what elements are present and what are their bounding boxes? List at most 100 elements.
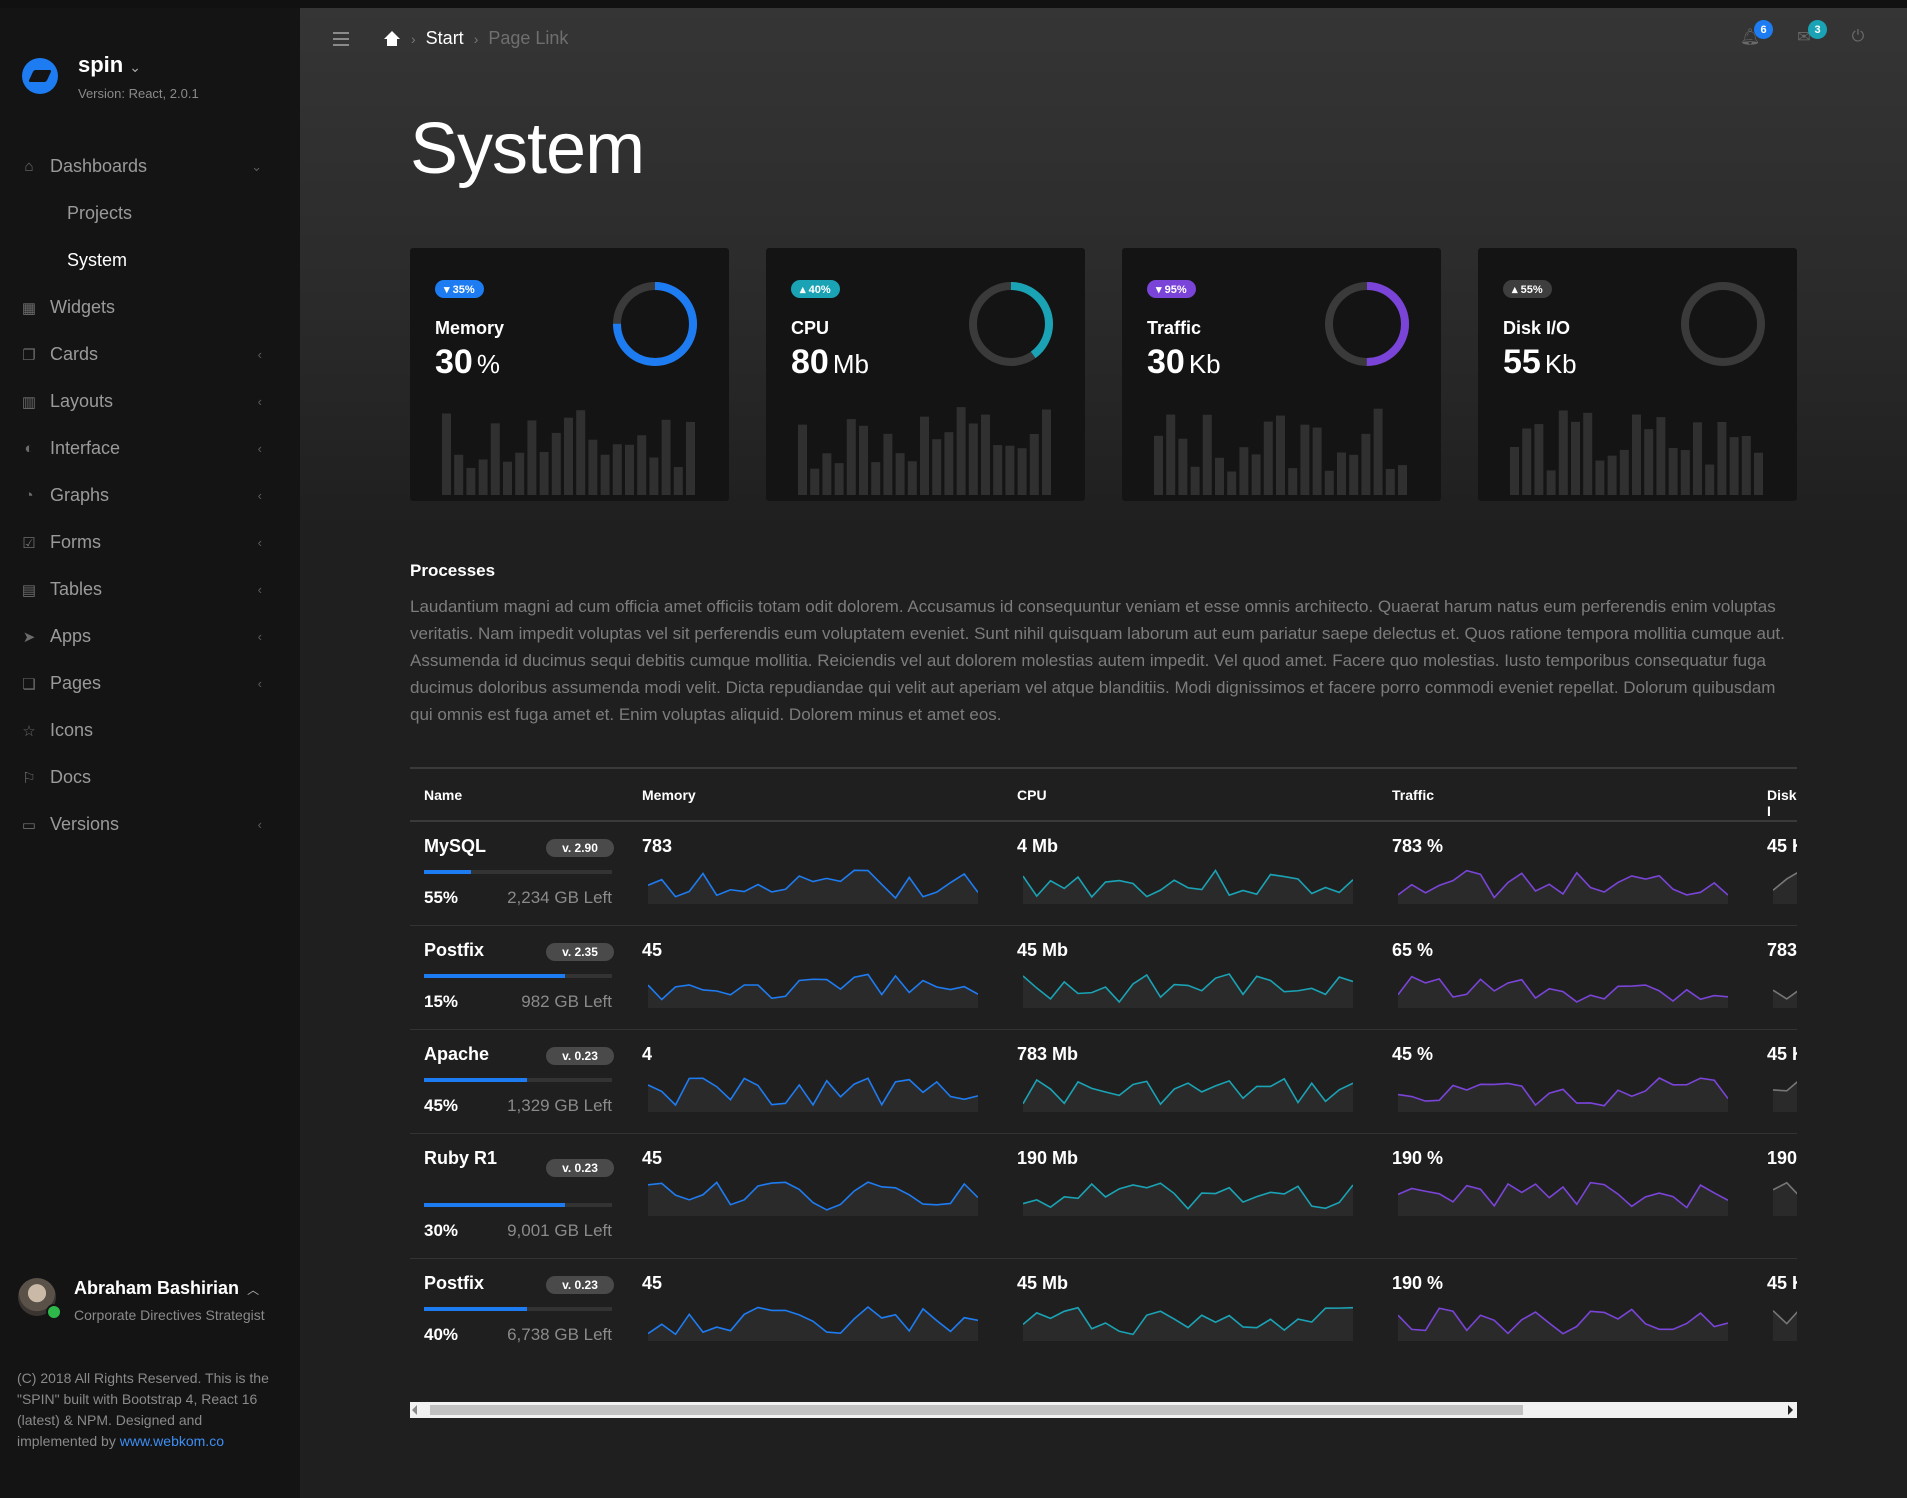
sparkline-area xyxy=(1773,1082,1797,1112)
version-badge: v. 0.23 xyxy=(546,1276,614,1294)
sparkline-area xyxy=(1398,870,1728,904)
chevron-down-icon[interactable]: ⌄ xyxy=(129,59,141,75)
sidebar-item-layouts[interactable]: ▥ Layouts ‹ xyxy=(0,378,300,425)
table-row[interactable]: MySQL v. 2.90 55% 2,234 GB Left 783 4 Mb 783 %… xyxy=(410,822,1797,926)
stat-value-row: 30 Kb xyxy=(1147,343,1221,382)
memory-value: 45 xyxy=(642,1148,663,1168)
bar xyxy=(1154,435,1163,495)
sparkline-area xyxy=(648,1182,978,1216)
sidebar-item-versions[interactable]: ▭ Versions ‹ xyxy=(0,801,300,848)
sidebar-item-apps[interactable]: ➤ Apps ‹ xyxy=(0,613,300,660)
brand-name[interactable]: spin xyxy=(78,52,123,77)
sidebar-nav: ⌂ Dashboards ⌄ Projects System ▦ Widgets… xyxy=(0,143,300,848)
avatar[interactable] xyxy=(18,1278,62,1320)
table-row[interactable]: Apache v. 0.23 45% 1,329 GB Left 4 783 Mb 45 %… xyxy=(410,1030,1797,1134)
sidebar-item-dashboards[interactable]: ⌂ Dashboards ⌄ xyxy=(0,143,300,190)
horizontal-scrollbar[interactable] xyxy=(410,1402,1797,1418)
traffic-value: 65 % xyxy=(1392,940,1434,960)
bar xyxy=(1251,454,1261,495)
brand[interactable]: spin ⌄ Version: React, 2.0.1 xyxy=(22,52,199,101)
sidebar-item-icons[interactable]: ☆ Icons xyxy=(0,707,300,754)
sidebar-item-label: Versions xyxy=(50,814,120,834)
breadcrumb-page-link[interactable]: Page Link xyxy=(488,28,568,49)
sidebar-item-widgets[interactable]: ▦ Widgets xyxy=(0,284,300,331)
user-profile[interactable]: Abraham Bashirian ︿ Corporate Directives … xyxy=(18,1278,265,1323)
bar xyxy=(981,414,990,495)
bar xyxy=(1190,466,1200,495)
folder-icon: ▭ xyxy=(21,816,37,834)
home-icon[interactable] xyxy=(383,30,401,47)
scroll-right-arrow-icon[interactable] xyxy=(1788,1405,1793,1415)
hamburger-menu-icon[interactable] xyxy=(333,32,349,46)
sidebar-item-cards[interactable]: ❐ Cards ‹ xyxy=(0,331,300,378)
bar xyxy=(673,467,683,495)
sidebar-item-system[interactable]: System xyxy=(0,237,300,284)
memory-value: 4 xyxy=(642,1044,653,1064)
chevron-up-icon[interactable]: ︿ xyxy=(247,1283,259,1297)
sidebar-item-tables[interactable]: ▤ Tables ‹ xyxy=(0,566,300,613)
sparkline-area xyxy=(1023,974,1353,1008)
bar xyxy=(454,454,464,495)
bar xyxy=(956,407,966,495)
stat-value: 55 xyxy=(1503,343,1541,381)
scrollbar-thumb[interactable] xyxy=(430,1405,1523,1415)
breadcrumb-separator-icon: › xyxy=(473,30,479,47)
breadcrumb-start[interactable]: Start xyxy=(426,28,464,49)
column-header-traffic[interactable]: Traffic xyxy=(1392,787,1434,803)
sidebar-item-pages[interactable]: ❏ Pages ‹ xyxy=(0,660,300,707)
table-row[interactable]: Postfix v. 2.35 15% 982 GB Left 45 45 Mb 65 % 7… xyxy=(410,926,1797,1030)
table-row[interactable]: Ruby R1 v. 0.23 30% 9,001 GB Left 45 190 Mb 19… xyxy=(410,1134,1797,1259)
disk-sparkline xyxy=(1773,989,1797,1008)
stat-card-memory: ▾ 35% Memory 30% xyxy=(410,248,729,501)
bar xyxy=(686,421,695,495)
sidebar-item-graphs[interactable]: ◔ Graphs ‹ xyxy=(0,472,300,519)
table-row[interactable]: Postfix v. 0.23 40% 6,738 GB Left 45 45 Mb 190… xyxy=(410,1259,1797,1363)
scroll-left-arrow-icon[interactable] xyxy=(412,1405,417,1415)
envelope-icon[interactable]: ✉︎ 3 xyxy=(1793,20,1827,48)
traffic-sparkline xyxy=(1398,1077,1728,1112)
chevron-down-icon: ⌄ xyxy=(251,158,262,174)
bell-icon[interactable]: 🔔︎ 6 xyxy=(1739,20,1773,48)
traffic-sparkline xyxy=(1398,975,1728,1008)
pie-chart-icon: ◔ xyxy=(24,487,34,504)
bar xyxy=(822,453,832,495)
sidebar-item-projects[interactable]: Projects xyxy=(0,190,300,237)
bar xyxy=(1571,421,1580,495)
check-square-icon: ☑ xyxy=(22,534,36,552)
sparkline-area xyxy=(1398,1078,1728,1112)
space-left: 6,738 GB Left xyxy=(507,1325,612,1344)
traffic-value: 190 % xyxy=(1392,1148,1444,1168)
column-header-name[interactable]: Name xyxy=(424,787,462,803)
processes-table[interactable]: Name Memory CPU Traffic Disk I MySQL v. 2… xyxy=(410,767,1797,1398)
usage-percent: 45% xyxy=(424,1096,459,1115)
column-header-disk[interactable]: Disk I xyxy=(1767,787,1797,819)
sparkline-area xyxy=(648,870,978,904)
bar xyxy=(1349,454,1359,495)
sidebar-item-docs[interactable]: ⚐ Docs xyxy=(0,754,300,801)
window-top-strip xyxy=(0,0,1907,8)
bar xyxy=(661,419,671,495)
memory-sparkline xyxy=(648,869,978,904)
sidebar-item-label: Tables xyxy=(50,579,103,599)
cpu-sparkline xyxy=(1023,868,1353,904)
bar xyxy=(1619,449,1629,495)
column-header-memory[interactable]: Memory xyxy=(642,787,696,803)
version-badge: v. 0.23 xyxy=(546,1047,614,1065)
sidebar-item-forms[interactable]: ☑ Forms ‹ xyxy=(0,519,300,566)
power-icon[interactable]: ⏻ xyxy=(1847,26,1869,48)
bar xyxy=(1227,471,1237,495)
bar xyxy=(1300,424,1310,495)
user-name[interactable]: Abraham Bashirian xyxy=(74,1278,239,1298)
page-title: System xyxy=(410,109,645,189)
column-header-cpu[interactable]: CPU xyxy=(1017,787,1047,803)
disk-value: 45 K xyxy=(1767,836,1797,856)
sidebar-item-interface[interactable]: ◐ Interface ‹ xyxy=(0,425,300,472)
memory-value: 45 xyxy=(642,1273,663,1293)
bar xyxy=(1534,424,1544,495)
bar xyxy=(1644,429,1654,495)
bar xyxy=(1656,417,1666,495)
bar xyxy=(932,439,942,495)
donut-chart xyxy=(1681,282,1765,366)
webkom-link[interactable]: www.webkom.co xyxy=(120,1433,224,1449)
star-icon: ☆ xyxy=(22,722,36,740)
